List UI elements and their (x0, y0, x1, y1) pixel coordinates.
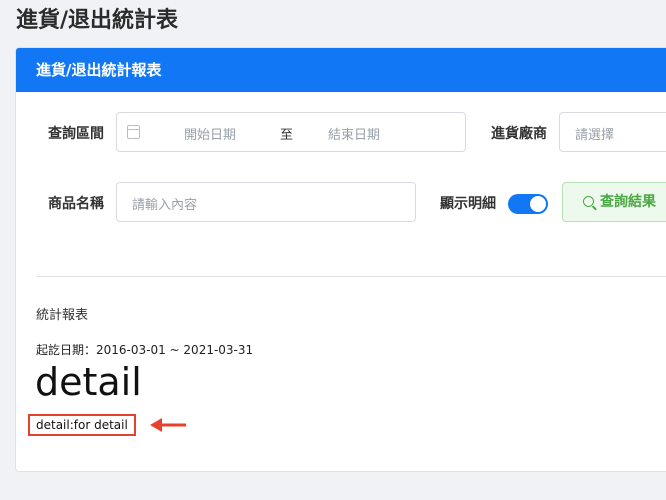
start-date-input[interactable]: 開始日期 (184, 124, 236, 143)
query-button-label: 查詢結果 (600, 194, 656, 210)
vendor-select[interactable]: 請選擇 (559, 112, 666, 152)
product-label: 商品名稱 (48, 196, 104, 212)
show-detail-toggle[interactable] (508, 194, 548, 214)
report-section-title: 統計報表 (36, 308, 89, 323)
product-name-placeholder: 請輸入內容 (132, 198, 198, 213)
show-detail-label: 顯示明細 (440, 196, 496, 212)
vendor-select-placeholder: 請選擇 (575, 128, 615, 143)
product-name-input[interactable]: 請輸入內容 (116, 182, 416, 222)
report-card: 進貨/退出統計報表 查詢區間 開始日期 至 結束日期 進貨廠商 請選擇 商品名稱… (15, 47, 666, 472)
card-header: 進貨/退出統計報表 (16, 48, 666, 92)
toggle-knob (530, 196, 546, 212)
query-button[interactable]: 查詢結果 (562, 182, 666, 222)
date-range-picker[interactable]: 開始日期 至 結束日期 (116, 112, 466, 152)
vendor-label: 進貨廠商 (491, 126, 547, 142)
query-range-label: 查詢區間 (48, 126, 104, 142)
calendar-icon (127, 125, 140, 139)
search-icon (583, 196, 594, 207)
end-date-input[interactable]: 結束日期 (328, 124, 380, 143)
annotation-arrow-icon (150, 418, 186, 432)
detail-heading: detail (35, 360, 142, 404)
divider (36, 276, 666, 277)
report-date-range: 起訖日期：2016-03-01 ~ 2021-03-31 (36, 343, 254, 357)
page-title: 進貨/退出統計表 (16, 8, 179, 33)
detail-note: detail:for detail (28, 414, 136, 436)
date-separator: 至 (280, 128, 294, 143)
